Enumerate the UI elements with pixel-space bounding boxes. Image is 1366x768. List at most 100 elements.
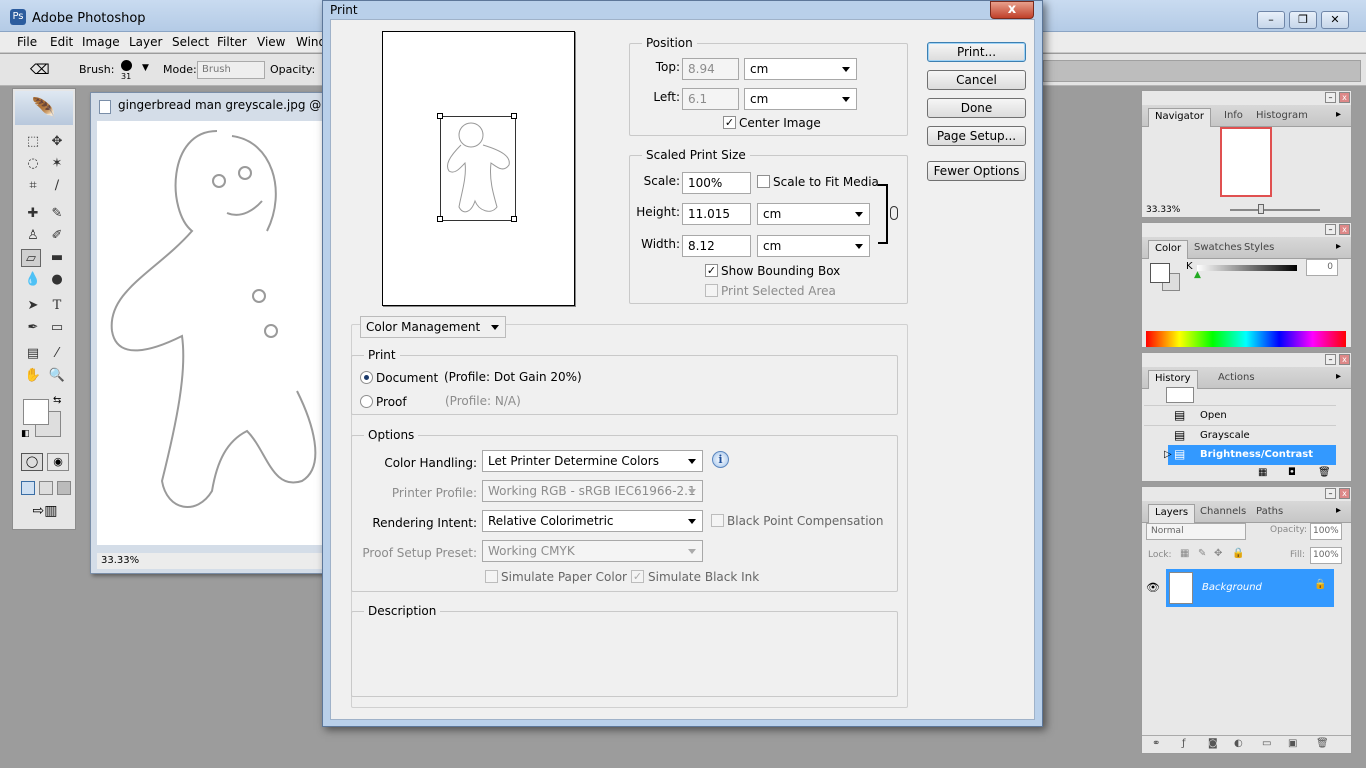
color-minimize-button[interactable]: –	[1325, 224, 1336, 235]
menu-file[interactable]: File	[17, 35, 37, 49]
shape-tool-icon[interactable]: ▭	[47, 319, 67, 337]
navigator-thumbnail[interactable]	[1220, 127, 1272, 197]
tab-channels[interactable]: Channels	[1200, 506, 1246, 517]
new-document-from-state-icon[interactable]: ▦	[1258, 467, 1267, 478]
scale-input[interactable]: 100%	[682, 172, 751, 194]
pen-tool-icon[interactable]: ✒	[23, 319, 43, 337]
width-unit-select[interactable]: cm	[757, 235, 870, 257]
crop-tool-icon[interactable]: ⌗	[23, 177, 43, 195]
layer-opacity-value[interactable]: 100%	[1310, 523, 1342, 540]
proof-setup-select[interactable]: Working CMYK	[482, 540, 703, 562]
stamp-tool-icon[interactable]: ♙	[23, 227, 43, 245]
new-layer-icon[interactable]: ▣	[1288, 738, 1297, 749]
layer-name[interactable]: Background	[1202, 582, 1262, 593]
menu-image[interactable]: Image	[82, 35, 120, 49]
lock-position-icon[interactable]: ✥	[1214, 548, 1222, 559]
screen-mode-standard-icon[interactable]	[21, 481, 35, 495]
color-close-button[interactable]: x	[1339, 224, 1350, 235]
eyedropper-tool-icon[interactable]: ⁄	[47, 345, 67, 363]
quick-mask-icon[interactable]: ◉	[47, 453, 69, 471]
simulate-paper-checkbox[interactable]	[485, 570, 498, 583]
restore-button[interactable]: ❐	[1289, 11, 1317, 29]
page-setup-button[interactable]: Page Setup...	[927, 126, 1026, 146]
proof-radio[interactable]	[360, 395, 373, 408]
brush-dropdown-icon[interactable]: ▼	[142, 63, 149, 73]
tab-histogram[interactable]: Histogram	[1256, 110, 1308, 121]
screen-mode-full-menu-icon[interactable]	[39, 481, 53, 495]
link-layers-icon[interactable]: ⚭	[1152, 738, 1160, 749]
move-tool-icon[interactable]: ✥	[47, 133, 67, 151]
bbox-handle-bl[interactable]	[437, 216, 443, 222]
type-tool-icon[interactable]: T	[47, 297, 67, 315]
dodge-tool-icon[interactable]: ●	[47, 271, 67, 289]
navigator-menu-icon[interactable]: ▸	[1336, 109, 1341, 120]
print-selected-area-checkbox[interactable]	[705, 284, 718, 297]
history-brush-source-icon[interactable]: ▷	[1164, 449, 1172, 460]
new-group-icon[interactable]: ▭	[1262, 738, 1271, 749]
done-button[interactable]: Done	[927, 98, 1026, 118]
menu-filter[interactable]: Filter	[217, 35, 247, 49]
layer-row-background[interactable]: Background 🔒	[1166, 569, 1334, 607]
k-channel-value[interactable]: 0	[1306, 259, 1338, 276]
menu-layer[interactable]: Layer	[129, 35, 162, 49]
history-close-button[interactable]: x	[1339, 354, 1350, 365]
layer-mask-icon[interactable]: ◙	[1208, 738, 1218, 749]
lock-all-icon[interactable]: 🔒	[1232, 548, 1244, 559]
visibility-eye-icon[interactable]: 👁	[1146, 581, 1160, 594]
zoom-slider[interactable]	[1230, 209, 1320, 211]
bbox-handle-tr[interactable]	[511, 113, 517, 119]
document-radio[interactable]	[360, 371, 373, 384]
height-unit-select[interactable]: cm	[757, 203, 870, 225]
rendering-intent-select[interactable]: Relative Colorimetric	[482, 510, 703, 532]
screen-mode-full-icon[interactable]	[57, 481, 71, 495]
adjustment-layer-icon[interactable]: ◐	[1234, 738, 1243, 749]
gradient-tool-icon[interactable]: ▬	[47, 249, 67, 267]
layers-minimize-button[interactable]: –	[1325, 488, 1336, 499]
lasso-tool-icon[interactable]: ◌	[23, 155, 43, 173]
lock-transparency-icon[interactable]: ▦	[1180, 548, 1189, 559]
print-button[interactable]: Print...	[927, 42, 1026, 62]
menu-view[interactable]: View	[257, 35, 285, 49]
tab-info[interactable]: Info	[1224, 110, 1243, 121]
navigator-close-button[interactable]: x	[1339, 92, 1350, 103]
k-slider-thumb-icon[interactable]: ▲	[1194, 270, 1201, 280]
tab-actions[interactable]: Actions	[1218, 372, 1255, 383]
show-bounding-box-checkbox[interactable]: ✓	[705, 264, 718, 277]
new-snapshot-icon[interactable]: ◘	[1288, 467, 1296, 478]
delete-state-icon[interactable]: 🗑	[1318, 467, 1331, 478]
top-unit-select[interactable]: cm	[744, 58, 857, 80]
history-item[interactable]: ▤ Grayscale	[1144, 425, 1336, 445]
k-channel-slider[interactable]	[1197, 265, 1297, 271]
blur-tool-icon[interactable]: 💧	[23, 271, 43, 289]
width-input[interactable]: 8.12	[682, 235, 751, 257]
history-item[interactable]: ▤ Open	[1144, 405, 1336, 425]
spectrum-bar[interactable]	[1146, 331, 1346, 347]
dialog-close-button[interactable]: x	[990, 1, 1034, 19]
foreground-color-swatch[interactable]	[23, 399, 49, 425]
color-handling-select[interactable]: Let Printer Determine Colors	[482, 450, 703, 472]
center-image-checkbox[interactable]: ✓	[723, 116, 736, 129]
color-foreground-swatch[interactable]	[1150, 263, 1170, 283]
eraser-tool-active-icon[interactable]: ▱	[21, 249, 41, 267]
left-unit-select[interactable]: cm	[744, 88, 857, 110]
marquee-tool-icon[interactable]: ⬚	[23, 133, 43, 151]
eyedropper-slice-tool-icon[interactable]: ∕	[47, 177, 67, 195]
mode-select[interactable]: Brush	[197, 61, 265, 79]
chain-link-icon[interactable]	[890, 206, 898, 220]
color-management-select[interactable]: Color Management	[360, 316, 506, 338]
jump-to-imageready-icon[interactable]: ⇨▥	[23, 503, 67, 523]
delete-layer-icon[interactable]: 🗑	[1316, 738, 1329, 749]
history-snapshot[interactable]	[1166, 387, 1194, 403]
tab-navigator[interactable]: Navigator	[1148, 108, 1211, 127]
tab-styles[interactable]: Styles	[1244, 242, 1274, 253]
eraser-tool-icon[interactable]: ⌫	[30, 62, 50, 78]
tab-paths[interactable]: Paths	[1256, 506, 1283, 517]
default-colors-icon[interactable]: ◧	[21, 429, 30, 439]
minimize-button[interactable]: –	[1257, 11, 1285, 29]
bbox-handle-tl[interactable]	[437, 113, 443, 119]
top-input[interactable]: 8.94	[682, 58, 739, 80]
swap-colors-icon[interactable]: ⇆	[53, 395, 61, 406]
printer-profile-select[interactable]: Working RGB - sRGB IEC61966-2.1	[482, 480, 703, 502]
hand-tool-icon[interactable]: ✋	[23, 367, 43, 385]
layer-style-icon[interactable]: ƒ	[1182, 738, 1186, 749]
